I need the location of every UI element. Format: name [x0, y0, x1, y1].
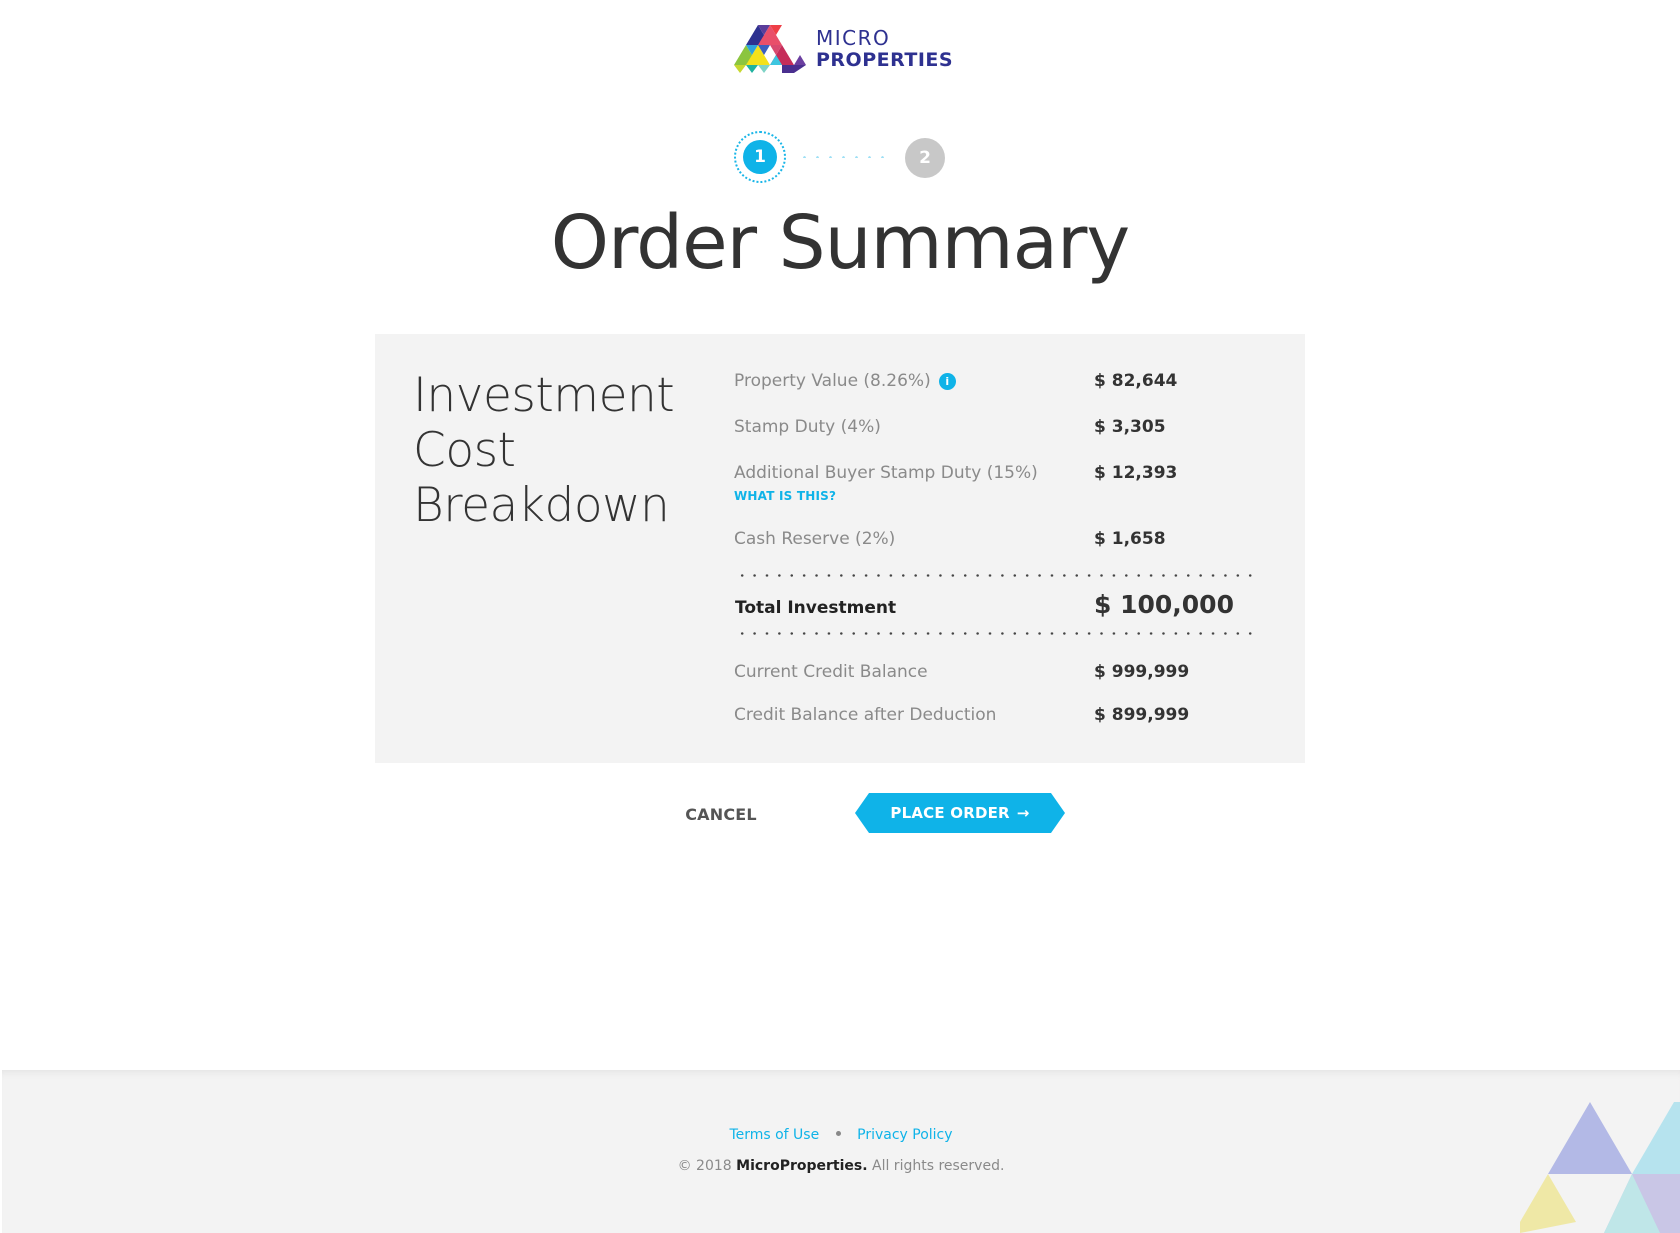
footer-separator-dot [835, 1131, 841, 1136]
row-label: Credit Balance after Deduction [734, 705, 997, 725]
row-label: Additional Buyer Stamp Duty (15%) [734, 463, 1038, 483]
total-label: Total Investment [735, 598, 897, 618]
order-summary-page: MICRO PROPERTIES 1 2 Order Summary Inves… [0, 0, 1680, 1233]
step-2: 2 [905, 138, 945, 178]
row-label-text: Property Value (8.26%) [734, 371, 931, 391]
step-connector [798, 156, 888, 158]
card-heading-line: Cost [413, 423, 516, 478]
place-order-button[interactable]: PLACE ORDER → [855, 793, 1065, 833]
brand-logo[interactable]: MICRO PROPERTIES [734, 25, 953, 73]
logo-line-micro: MICRO [816, 26, 891, 50]
row-label: Stamp Duty (4%) [734, 417, 881, 437]
logo-wordmark: MICRO PROPERTIES [816, 28, 953, 70]
row-label: Property Value (8.26%) i [734, 371, 956, 391]
card-heading: Investment Cost Breakdown [413, 368, 693, 533]
copyright-text: © 2018 MicroProperties. All rights reser… [2, 1158, 1680, 1174]
row-value: $ 3,305 [1094, 417, 1166, 437]
logo-line-properties: PROPERTIES [816, 49, 954, 71]
progress-stepper: 1 2 [734, 131, 946, 183]
copyright-prefix: © 2018 [677, 1158, 732, 1174]
what-is-this-link[interactable]: WHAT IS THIS? [734, 489, 836, 503]
row-value: $ 999,999 [1094, 662, 1190, 682]
dotted-divider [736, 574, 1254, 577]
footer-links: Terms of Use Privacy Policy [2, 1127, 1680, 1143]
row-value: $ 82,644 [1094, 371, 1178, 391]
copyright-brand: MicroProperties. [736, 1158, 868, 1174]
row-value: $ 1,658 [1094, 529, 1166, 549]
decorative-triangles-icon [1520, 1102, 1680, 1233]
total-value: $ 100,000 [1094, 590, 1234, 619]
terms-of-use-link[interactable]: Terms of Use [729, 1127, 819, 1143]
copyright-suffix: All rights reserved. [872, 1158, 1005, 1174]
dotted-divider [736, 632, 1254, 635]
place-order-label: PLACE ORDER [890, 804, 1010, 822]
row-label: Current Credit Balance [734, 662, 928, 682]
cancel-button[interactable]: CANCEL [676, 802, 766, 826]
page-title: Order Summary [550, 200, 1130, 286]
row-value: $ 899,999 [1094, 705, 1190, 725]
privacy-policy-link[interactable]: Privacy Policy [857, 1127, 952, 1143]
row-value: $ 12,393 [1094, 463, 1178, 483]
step-1: 1 [743, 140, 777, 174]
investment-summary-card: Investment Cost Breakdown Property Value… [375, 334, 1305, 763]
logo-triangles-icon [734, 25, 806, 73]
page-footer: Terms of Use Privacy Policy © 2018 Micro… [2, 1070, 1680, 1233]
arrow-right-icon: → [1016, 804, 1030, 822]
card-heading-line: Investment [413, 368, 675, 423]
row-label: Cash Reserve (2%) [734, 529, 896, 549]
info-icon[interactable]: i [938, 373, 956, 390]
card-heading-line: Breakdown [413, 478, 670, 533]
